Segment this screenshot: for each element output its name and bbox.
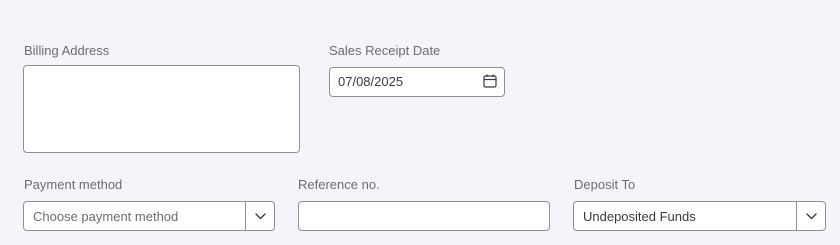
payment-method-placeholder: Choose payment method	[33, 209, 179, 224]
calendar-icon[interactable]	[482, 73, 498, 89]
deposit-to-label: Deposit To	[574, 177, 636, 192]
deposit-to-select[interactable]: Undeposited Funds	[573, 201, 826, 231]
chevron-down-icon[interactable]	[805, 210, 818, 223]
billing-address-textarea[interactable]	[23, 65, 300, 153]
billing-address-label: Billing Address	[24, 43, 110, 58]
chevron-down-icon[interactable]	[254, 210, 267, 223]
select-divider	[245, 202, 246, 230]
sales-receipt-date-field[interactable]: 07/08/2025	[329, 67, 505, 97]
payment-method-label: Payment method	[24, 177, 123, 192]
sales-receipt-date-label: Sales Receipt Date	[329, 43, 441, 58]
deposit-to-value: Undeposited Funds	[583, 209, 696, 224]
reference-no-label: Reference no.	[298, 177, 380, 192]
sales-receipt-date-value: 07/08/2025	[338, 74, 404, 89]
reference-no-input[interactable]	[298, 201, 550, 231]
payment-method-select[interactable]: Choose payment method	[23, 201, 275, 231]
select-divider	[796, 202, 797, 230]
